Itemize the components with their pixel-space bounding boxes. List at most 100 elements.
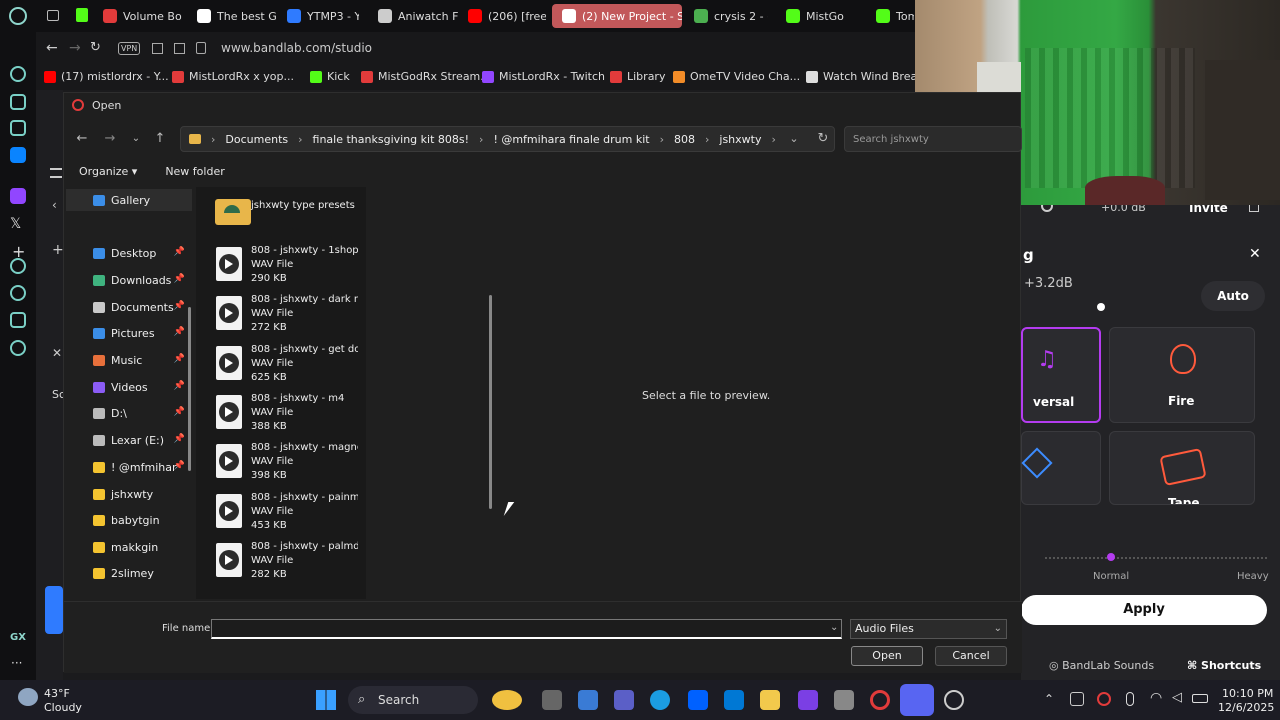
file-name-dropdown-icon[interactable]: ⌄ xyxy=(830,622,838,633)
effect-card-diamond[interactable] xyxy=(1021,431,1101,505)
nav-item[interactable]: Desktop 📌 xyxy=(66,242,192,264)
file-item[interactable]: 808 - jshxwty - 1shops WAV File 290 KB xyxy=(210,243,360,291)
clock-date[interactable]: 12/6/2025 xyxy=(1218,701,1274,714)
browser-tab[interactable]: Volume Bo xyxy=(103,4,182,28)
weather-icon[interactable] xyxy=(18,688,38,706)
edge-icon[interactable] xyxy=(650,690,670,710)
pin-icon[interactable]: 📌 xyxy=(174,434,185,444)
browser-tab[interactable]: Aniwatch F xyxy=(378,4,458,28)
bookmark-item[interactable]: OmeTV Video Cha... xyxy=(673,70,800,83)
breadcrumb-item[interactable]: finale thanksgiving kit 808s! xyxy=(313,133,470,146)
twitch-icon[interactable] xyxy=(10,188,26,204)
clock-time[interactable]: 10:10 PM xyxy=(1222,687,1273,700)
outlook-icon[interactable] xyxy=(724,690,744,710)
search-input[interactable]: Search jshxwty xyxy=(844,126,1022,152)
nav-item[interactable]: makkgin xyxy=(66,536,192,558)
back-arrow-icon[interactable]: ← xyxy=(74,131,90,147)
browser-tab[interactable]: (2) New Project - St xyxy=(552,4,682,28)
nav-item[interactable]: ! @mfmihar 📌 xyxy=(66,456,192,478)
taskbar-search[interactable]: ⌕ Search xyxy=(348,686,478,714)
bandlab-sounds-link[interactable]: ◎ BandLab Sounds xyxy=(1049,659,1154,672)
weather-temp[interactable]: 43°F xyxy=(44,687,70,700)
nav-scrollbar[interactable] xyxy=(188,307,191,471)
pin-icon[interactable]: 📌 xyxy=(174,354,185,364)
file-explorer-icon[interactable] xyxy=(760,690,780,710)
bookmark-item[interactable]: Library xyxy=(610,70,665,83)
pin-icon[interactable]: 📌 xyxy=(174,274,185,284)
breadcrumb-item[interactable]: jshxwty xyxy=(719,133,761,146)
bandlab-close-icon[interactable]: ✕ xyxy=(52,346,62,360)
breadcrumb-item[interactable]: Documents xyxy=(225,133,288,146)
cancel-button[interactable]: Cancel xyxy=(935,646,1007,666)
volume-icon[interactable]: ◁ xyxy=(1172,690,1182,705)
pin-icon[interactable]: 📌 xyxy=(174,461,185,471)
breadcrumb-item[interactable]: 808 xyxy=(674,133,695,146)
vpn-badge[interactable]: VPN xyxy=(118,42,141,55)
microphone-icon[interactable] xyxy=(1126,692,1134,706)
bookmark-item[interactable]: (17) mistlordrx - Y... xyxy=(44,70,169,83)
dropbox-icon[interactable] xyxy=(688,690,708,710)
file-name-input[interactable] xyxy=(211,619,842,639)
browser-tab[interactable]: crysis 2 - ( xyxy=(694,4,768,28)
wifi-icon[interactable]: ◠ xyxy=(1150,690,1162,706)
recent-chevron-icon[interactable]: ⌄ xyxy=(128,131,144,147)
address-dropdown-icon[interactable]: ⌄ xyxy=(786,131,802,147)
browser-tab[interactable]: Tom xyxy=(876,4,914,28)
opera-gx-icon[interactable] xyxy=(870,690,890,710)
gain-slider-thumb[interactable] xyxy=(1097,303,1105,311)
tray-chevron-icon[interactable]: ⌃ xyxy=(1044,692,1054,706)
bookmark-item[interactable]: Kick xyxy=(310,70,350,83)
organize-button[interactable]: Organize ▾ xyxy=(79,165,137,181)
clipchamp-icon[interactable] xyxy=(798,690,818,710)
panel-close-icon[interactable]: ✕ xyxy=(1249,246,1261,262)
nav-item[interactable]: jshxwty xyxy=(66,483,192,505)
file-item[interactable]: 808 - jshxwty - get do WAV File 625 KB xyxy=(210,342,360,390)
camera-icon[interactable] xyxy=(834,690,854,710)
nav-item[interactable]: Downloads 📌 xyxy=(66,269,192,291)
player-icon[interactable] xyxy=(10,258,26,274)
discord-icon[interactable] xyxy=(900,684,934,716)
nav-item[interactable]: Pictures 📌 xyxy=(66,322,192,344)
file-item[interactable]: 808 - jshxwty - painm WAV File 453 KB xyxy=(210,490,360,538)
windows-start-icon[interactable] xyxy=(316,690,336,710)
copilot-icon[interactable] xyxy=(578,690,598,710)
bookmark-item[interactable]: MistGodRx Stream... xyxy=(361,70,491,83)
tray-app-icon[interactable] xyxy=(1070,692,1084,706)
file-item[interactable]: 808 - jshxwty - palmd WAV File 282 KB xyxy=(210,539,360,587)
nav-item[interactable]: Documents 📌 xyxy=(66,296,192,318)
pin-icon[interactable]: 📌 xyxy=(174,381,185,391)
auto-button[interactable]: Auto xyxy=(1201,281,1265,311)
widgets-icon[interactable] xyxy=(492,690,522,710)
intensity-thumb[interactable] xyxy=(1107,553,1115,561)
tab-icon[interactable] xyxy=(47,10,59,21)
refresh-icon[interactable]: ↻ xyxy=(815,131,831,147)
file-type-select[interactable]: Audio Files ⌄ xyxy=(850,619,1007,639)
pin-icon[interactable]: 📌 xyxy=(174,407,185,417)
browser-logo-icon[interactable] xyxy=(9,7,27,25)
effect-card-selected[interactable]: ♫ versal xyxy=(1021,327,1101,423)
reload-icon[interactable]: ↻ xyxy=(90,40,101,55)
bookmark-item[interactable]: MistLordRx - Twitch xyxy=(482,70,605,83)
clock-icon[interactable] xyxy=(10,285,26,301)
file-item[interactable]: 808 - jshxwty - magne WAV File 398 KB xyxy=(210,440,360,488)
pin-icon[interactable]: 📌 xyxy=(174,301,185,311)
breadcrumb-item[interactable]: ! @mfmihara finale drum kit xyxy=(493,133,649,146)
settings-gear-icon[interactable] xyxy=(10,340,26,356)
browser-tab[interactable]: YTMP3 - Y xyxy=(287,4,359,28)
browser-tab[interactable]: The best G xyxy=(197,4,277,28)
bandlab-add-track-icon[interactable]: + xyxy=(52,242,64,258)
bookmark-item[interactable]: MistLordRx x yop... xyxy=(172,70,294,83)
file-item[interactable]: 808 - jshxwty - dark m WAV File 272 KB xyxy=(210,292,360,340)
pin-icon[interactable]: 📌 xyxy=(174,327,185,337)
nav-item[interactable]: Music 📌 xyxy=(66,349,192,371)
new-folder-button[interactable]: New folder xyxy=(165,165,224,181)
history-icon[interactable] xyxy=(10,66,26,82)
steam-icon[interactable] xyxy=(944,690,964,710)
folder-item[interactable]: jshxwty type presets xyxy=(210,193,360,241)
back-icon[interactable]: ← xyxy=(46,40,58,56)
nav-item[interactable]: Lexar (E:) 📌 xyxy=(66,429,192,451)
effect-card-fire[interactable]: Fire xyxy=(1109,327,1255,423)
wallet-icon[interactable] xyxy=(10,120,26,136)
effect-card-tape[interactable]: Tape xyxy=(1109,431,1255,505)
nav-item[interactable]: Videos 📌 xyxy=(66,376,192,398)
